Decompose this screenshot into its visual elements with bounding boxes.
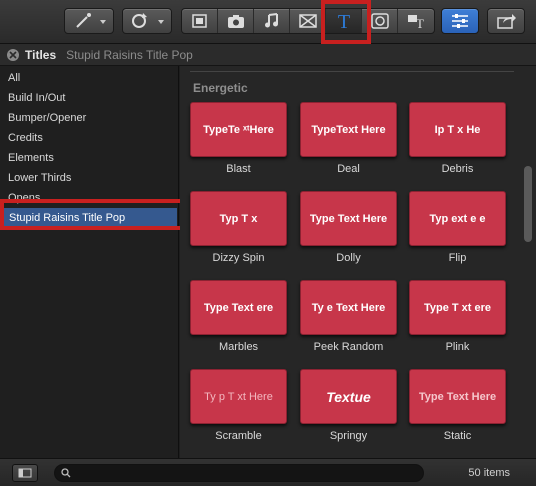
sidebar-item-elements[interactable]: Elements: [0, 148, 178, 168]
title-thumbnail: Type Text ere: [190, 280, 287, 335]
titles-browser: Energetic TypeTe ˣᵗHere Blast TypeText H…: [180, 66, 536, 458]
search-field[interactable]: [54, 464, 424, 482]
share-button[interactable]: [487, 8, 525, 34]
title-label: Scramble: [215, 430, 262, 442]
titles-tab[interactable]: T: [326, 9, 362, 33]
title-label: Marbles: [218, 341, 259, 353]
sliders-icon: [452, 14, 468, 28]
clips-tab[interactable]: [182, 9, 218, 33]
title-label: Blast: [226, 163, 251, 175]
browser-segmented-control: T T: [181, 8, 435, 34]
title-label: Dizzy Spin: [212, 252, 265, 264]
browser-subtitle: Stupid Raisins Title Pop: [66, 47, 193, 62]
titles-t-icon: T: [337, 11, 349, 32]
title-thumbnail: Typ ext e e: [409, 191, 506, 246]
photos-tab[interactable]: [218, 9, 254, 33]
title-tile-marbles[interactable]: Type Text ere Marbles: [190, 280, 290, 353]
title-tile-flip[interactable]: Typ ext e e Flip: [409, 191, 509, 264]
themes-icon: T: [408, 15, 424, 30]
close-browser-button[interactable]: [7, 48, 19, 61]
title-label: Static: [443, 430, 472, 442]
retime-button[interactable]: [122, 8, 172, 34]
themes-tab[interactable]: T: [398, 9, 434, 33]
svg-text:T: T: [416, 16, 424, 30]
music-note-icon: [264, 13, 278, 28]
title-thumbnail: Type Text Here: [300, 191, 397, 246]
sidebar-item-credits[interactable]: Credits: [0, 128, 178, 148]
category-sidebar: All Build In/Out Bumper/Opener Credits E…: [0, 66, 179, 458]
title-label: Deal: [337, 163, 360, 175]
title-thumbnail: Ip T x He: [409, 102, 506, 157]
generator-icon: [370, 13, 389, 29]
title-tile-static[interactable]: Type Text Here Static: [409, 369, 509, 442]
titles-header: Titles Stupid Raisins Title Pop: [0, 44, 536, 66]
divider: [190, 71, 514, 72]
title-tile-peek-random[interactable]: Ty e Text Here Peek Random: [300, 280, 400, 353]
vertical-scrollbar[interactable]: [524, 166, 532, 242]
title-tile-dolly[interactable]: Type Text Here Dolly: [300, 191, 400, 264]
close-icon: [9, 50, 17, 59]
item-count: 50 items: [468, 467, 510, 479]
title-label: Debris: [441, 163, 474, 175]
title-thumbnail: Typ T x: [190, 191, 287, 246]
magic-wand-button[interactable]: [64, 8, 114, 34]
selection-highlight: [0, 199, 186, 230]
title-label: Dolly: [336, 252, 361, 264]
title-tile-deal[interactable]: TypeText Here Deal: [300, 102, 400, 175]
search-icon: [61, 468, 71, 478]
camera-icon: [227, 15, 244, 28]
title-thumbnail: Type T xt ere: [409, 280, 506, 335]
retime-icon: [132, 13, 164, 28]
title-thumbnail: Textue: [300, 369, 397, 424]
browser-title: Titles: [25, 47, 57, 62]
title-tile-debris[interactable]: Ip T x He Debris: [409, 102, 509, 175]
toolbar: T T: [0, 0, 536, 44]
sidebar-item-bumper-opener[interactable]: Bumper/Opener: [0, 108, 178, 128]
sidebar-item-lower-thirds[interactable]: Lower Thirds: [0, 168, 178, 188]
title-thumbnail: Ty p T xt Here: [190, 369, 287, 424]
generators-tab[interactable]: [362, 9, 398, 33]
sidebar-item-all[interactable]: All: [0, 68, 178, 88]
transitions-icon: [298, 14, 317, 28]
browser-footer: 50 items: [0, 458, 536, 486]
title-thumbnail: Type Text Here: [409, 369, 506, 424]
filmstrip-icon: [191, 14, 207, 28]
sidebar-toggle-icon: [18, 468, 32, 478]
title-tile-scramble[interactable]: Ty p T xt Here Scramble: [190, 369, 290, 442]
title-label: Flip: [448, 252, 467, 264]
section-heading: Energetic: [193, 81, 248, 95]
sidebar-item-build-in-out[interactable]: Build In/Out: [0, 88, 178, 108]
sidebar-toggle-button[interactable]: [12, 464, 38, 482]
title-label: Plink: [445, 341, 470, 353]
title-thumbnail: Ty e Text Here: [300, 280, 397, 335]
title-tile-springy[interactable]: Textue Springy: [300, 369, 400, 442]
inspector-button[interactable]: [441, 8, 479, 34]
svg-text:T: T: [337, 11, 349, 32]
title-tile-blast[interactable]: TypeTe ˣᵗHere Blast: [190, 102, 290, 175]
title-tile-dizzy-spin[interactable]: Typ T x Dizzy Spin: [190, 191, 290, 264]
magic-wand-icon: [76, 13, 106, 28]
title-label: Peek Random: [313, 341, 384, 353]
title-thumbnail: TypeText Here: [300, 102, 397, 157]
title-tile-plink[interactable]: Type T xt ere Plink: [409, 280, 509, 353]
music-tab[interactable]: [254, 9, 290, 33]
title-thumbnail: TypeTe ˣᵗHere: [190, 102, 287, 157]
search-input[interactable]: [75, 467, 405, 479]
transitions-tab[interactable]: [290, 9, 326, 33]
share-icon: [497, 14, 516, 29]
title-label: Springy: [329, 430, 368, 442]
